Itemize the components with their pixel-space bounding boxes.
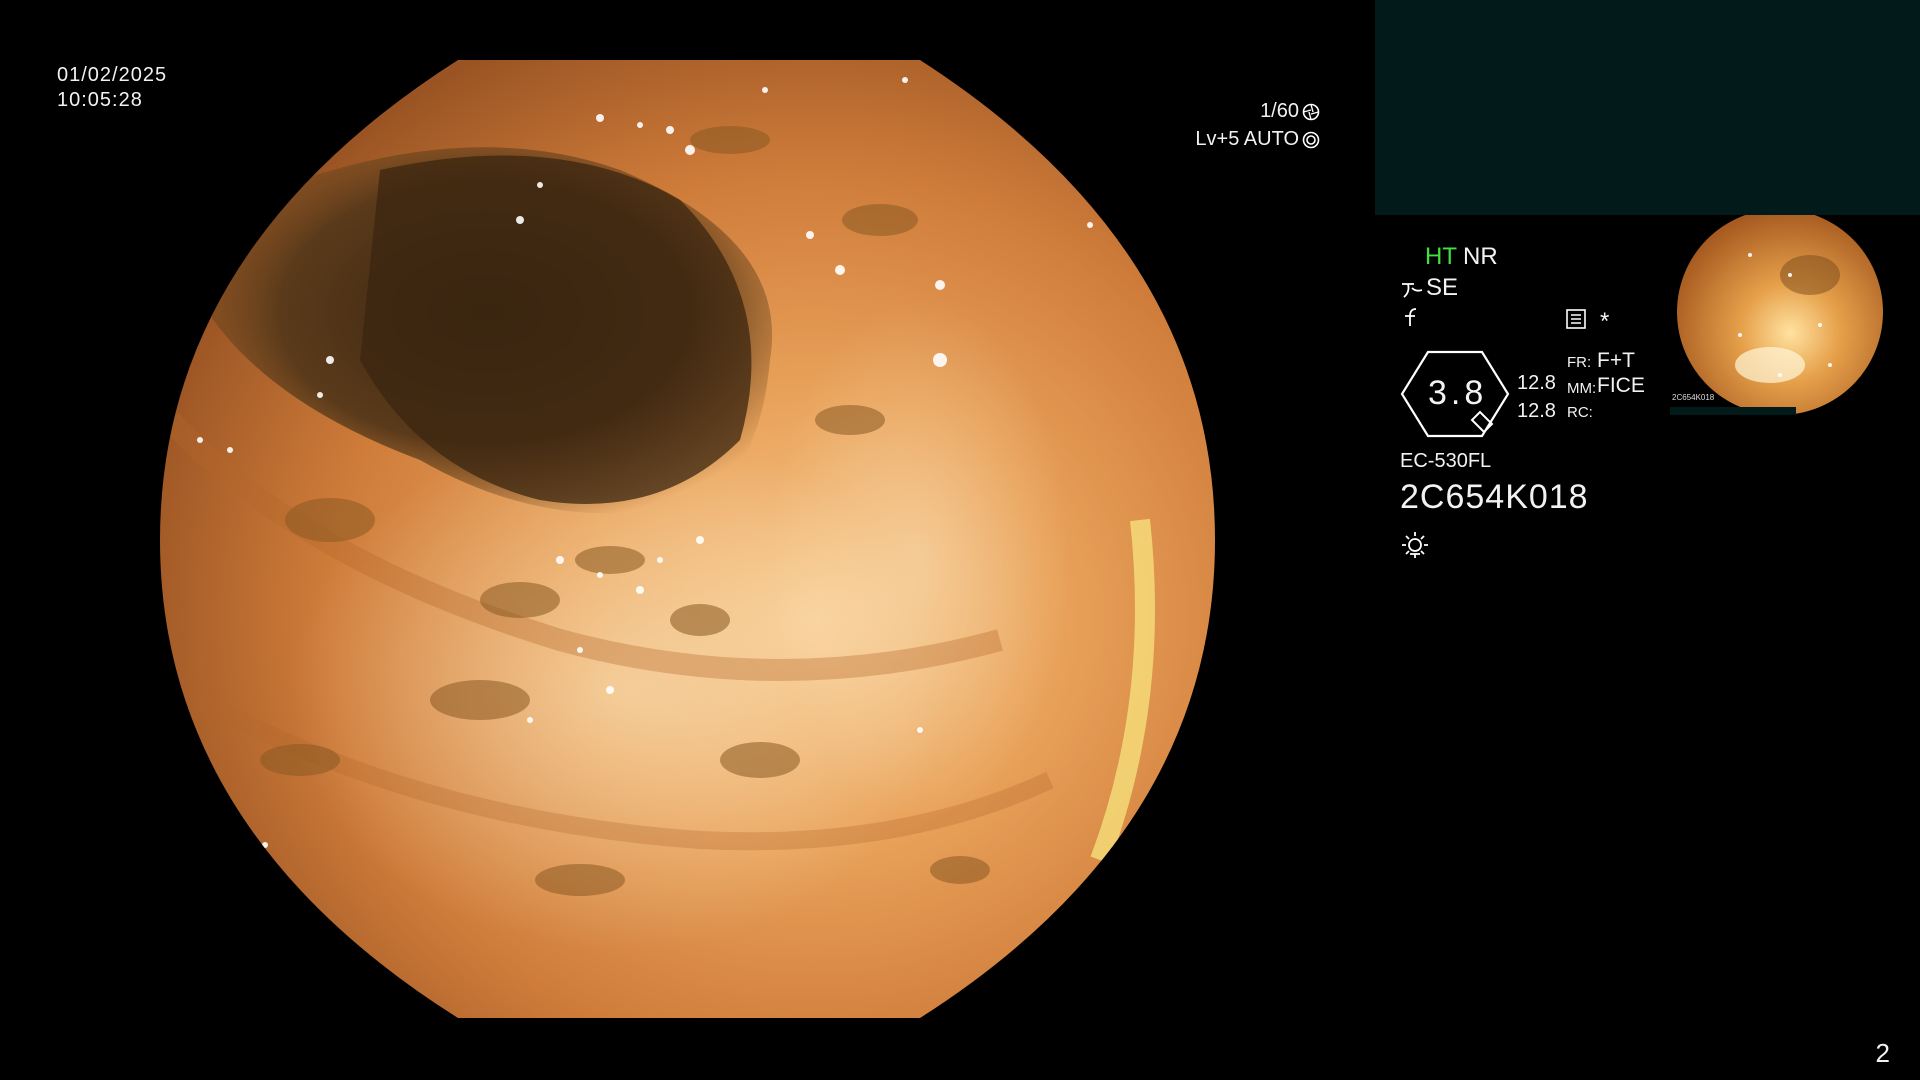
tissue-image: [160, 60, 1215, 1018]
thumbnail-serial: 2C654K018: [1672, 393, 1715, 402]
ht-indicator: HT: [1425, 243, 1457, 270]
mm-bottom: 12.8: [1517, 400, 1556, 422]
time-readout: 10:05:28: [57, 89, 143, 111]
structure-enhance-icon: [1402, 283, 1423, 298]
scope-serial: 2C654K018: [1400, 478, 1589, 516]
color-enhance-icon: [1405, 308, 1417, 326]
shutter-speed: 1/60: [1260, 100, 1299, 122]
fr-label: FR:: [1567, 354, 1592, 371]
fr-value: F+T: [1597, 349, 1635, 372]
shutter-icon: [1302, 103, 1320, 120]
thumbnail-image: [1670, 215, 1883, 415]
endoscope-view: [160, 60, 1215, 1018]
page-number: 2: [1875, 1038, 1890, 1068]
mm-value: FICE: [1597, 374, 1645, 397]
rc-label: RC:: [1567, 404, 1593, 421]
nr-indicator: NR: [1463, 243, 1498, 270]
brightness-level: Lv+5 AUTO: [1195, 128, 1299, 150]
level-readout: Lv+5 AUTO: [1195, 128, 1320, 151]
shutter-readout: 1/60: [1260, 100, 1320, 123]
thumbnail-preview[interactable]: 2C654K018: [1670, 215, 1920, 415]
light-icon: [1402, 532, 1428, 558]
gauge-value: 3.8: [1428, 374, 1488, 412]
date-readout: 01/02/2025: [57, 64, 168, 86]
record-icon: [1566, 309, 1586, 329]
scope-model: EC-530FL: [1400, 450, 1492, 472]
asterisk-indicator: *: [1600, 308, 1610, 335]
auto-iris-icon: [1302, 131, 1320, 148]
mm-top: 12.8: [1517, 372, 1556, 394]
mm-label: MM:: [1567, 380, 1597, 397]
info-panel: [1375, 0, 1920, 215]
se-indicator: SE: [1426, 274, 1459, 301]
